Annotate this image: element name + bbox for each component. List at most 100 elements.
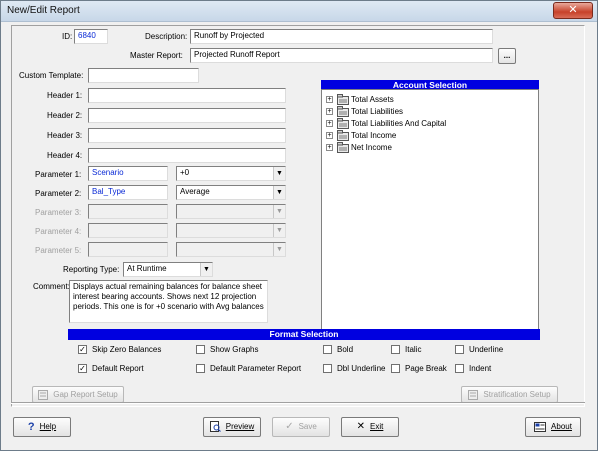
checkbox-box[interactable] xyxy=(196,345,205,354)
checkbox-label: Indent xyxy=(469,364,492,373)
save-label: Save xyxy=(298,422,317,432)
window-title: New/Edit Report xyxy=(7,5,80,16)
checkbox-label: Dbl Underline xyxy=(337,364,386,373)
header2-field[interactable] xyxy=(88,108,286,123)
preview-label: Preview xyxy=(225,422,255,431)
parameter1-option-value: +0 xyxy=(180,168,190,177)
parameter5-option-select[interactable]: ▼ xyxy=(176,242,286,257)
exit-button[interactable]: ✕ Exit xyxy=(341,417,399,437)
reporting-type-label: Reporting Type: xyxy=(63,265,120,274)
comment-field[interactable]: Displays actual remaining balances for b… xyxy=(69,280,268,323)
default-report-checkbox[interactable]: ✓ Default Report xyxy=(78,364,188,375)
page-break-checkbox[interactable]: Page Break xyxy=(391,364,451,375)
parameter1-option-select[interactable]: +0 ▼ xyxy=(176,166,286,181)
chevron-down-icon[interactable]: ▼ xyxy=(273,243,285,256)
parameter2-field[interactable]: Bal_Type xyxy=(88,185,168,200)
italic-checkbox[interactable]: Italic xyxy=(391,345,441,356)
checkbox-box[interactable] xyxy=(391,345,400,354)
checkbox-label: Page Break xyxy=(405,364,447,373)
help-button[interactable]: ? Help xyxy=(13,417,71,437)
save-button[interactable]: ✓ Save xyxy=(272,417,330,437)
chevron-down-icon[interactable]: ▼ xyxy=(273,205,285,218)
browse-icon[interactable]: ... xyxy=(498,48,516,64)
folder-icon xyxy=(337,130,349,141)
checkbox-box[interactable] xyxy=(323,364,332,373)
bold-checkbox[interactable]: Bold xyxy=(323,345,373,356)
checkbox-label: Default Report xyxy=(92,364,144,373)
client-area: ID: 6840 Description: Runoff by Projecte… xyxy=(5,23,593,448)
folder-icon xyxy=(337,142,349,153)
parameter5-label: Parameter 5: xyxy=(35,246,82,255)
parameter2-label: Parameter 2: xyxy=(35,189,82,198)
account-tree[interactable]: + Total Assets + Total Liabilities + Tot… xyxy=(321,89,539,345)
gap-report-setup-button[interactable]: Gap Report Setup xyxy=(32,386,124,403)
expand-icon[interactable]: + xyxy=(326,108,333,115)
parameter1-field[interactable]: Scenario xyxy=(88,166,168,181)
chevron-down-icon[interactable]: ▼ xyxy=(273,224,285,237)
reporting-type-select[interactable]: At Runtime ▼ xyxy=(123,262,213,277)
checkbox-box[interactable] xyxy=(455,364,464,373)
about-button[interactable]: About xyxy=(525,417,581,437)
chevron-down-icon[interactable]: ▼ xyxy=(273,167,285,180)
chevron-down-icon[interactable]: ▼ xyxy=(200,263,212,276)
header1-field[interactable] xyxy=(88,88,286,103)
underline-checkbox[interactable]: Underline xyxy=(455,345,515,356)
folder-icon xyxy=(337,94,349,105)
checkbox-box[interactable] xyxy=(323,345,332,354)
header4-field[interactable] xyxy=(88,148,286,163)
parameter5-field[interactable] xyxy=(88,242,168,257)
checkbox-box[interactable] xyxy=(391,364,400,373)
expand-icon[interactable]: + xyxy=(326,120,333,127)
checkbox-label: Underline xyxy=(469,345,504,354)
parameter4-option-select[interactable]: ▼ xyxy=(176,223,286,238)
expand-icon[interactable]: + xyxy=(326,144,333,151)
expand-icon[interactable]: + xyxy=(326,132,333,139)
checkbox-box[interactable] xyxy=(196,364,205,373)
stratification-setup-label: Stratification Setup xyxy=(483,390,551,399)
comment-label: Comment: xyxy=(33,282,70,291)
checkbox-box[interactable]: ✓ xyxy=(78,364,87,373)
checkbox-label: Default Parameter Report xyxy=(210,364,302,373)
parameter4-field[interactable] xyxy=(88,223,168,238)
close-icon[interactable]: ✕ xyxy=(553,2,593,19)
header3-field[interactable] xyxy=(88,128,286,143)
preview-button[interactable]: Preview xyxy=(203,417,261,437)
tree-item-label: Total Liabilities xyxy=(351,107,404,116)
help-label: Help xyxy=(39,422,57,432)
parameter3-label: Parameter 3: xyxy=(35,208,82,217)
folder-icon xyxy=(337,118,349,129)
chevron-down-icon[interactable]: ▼ xyxy=(273,186,285,199)
id-field[interactable]: 6840 xyxy=(74,29,108,44)
parameter3-option-select[interactable]: ▼ xyxy=(176,204,286,219)
about-icon xyxy=(534,421,547,432)
dbl-underline-checkbox[interactable]: Dbl Underline xyxy=(323,364,393,375)
checkbox-box[interactable] xyxy=(455,345,464,354)
show-graphs-checkbox[interactable]: Show Graphs xyxy=(196,345,286,356)
checkbox-box[interactable]: ✓ xyxy=(78,345,87,354)
header3-label: Header 3: xyxy=(47,131,83,140)
gap-report-setup-label: Gap Report Setup xyxy=(53,390,118,399)
reporting-type-value: At Runtime xyxy=(127,264,167,273)
id-label: ID: xyxy=(62,32,73,41)
format-selection-panel: ✓ Skip Zero Balances Show Graphs Bold Ita… xyxy=(68,340,540,380)
skip-zero-balances-checkbox[interactable]: ✓ Skip Zero Balances xyxy=(78,345,188,356)
stratification-setup-button[interactable]: Stratification Setup xyxy=(461,386,558,403)
divider xyxy=(11,402,585,404)
header2-label: Header 2: xyxy=(47,111,83,120)
about-label: About xyxy=(551,422,572,431)
parameter3-field[interactable] xyxy=(88,204,168,219)
gap-report-icon xyxy=(38,389,49,400)
report-window: New/Edit Report ✕ ID: 6840 Description: … xyxy=(0,0,598,451)
checkbox-label: Italic xyxy=(405,345,422,354)
parameter4-label: Parameter 4: xyxy=(35,227,82,236)
indent-checkbox[interactable]: Indent xyxy=(455,364,505,375)
default-parameter-report-checkbox[interactable]: Default Parameter Report xyxy=(196,364,316,375)
description-field[interactable]: Runoff by Projected xyxy=(190,29,493,44)
folder-icon xyxy=(337,106,349,117)
custom-template-field[interactable] xyxy=(88,68,199,83)
parameter2-option-select[interactable]: Average ▼ xyxy=(176,185,286,200)
header1-label: Header 1: xyxy=(47,91,83,100)
master-report-field[interactable]: Projected Runoff Report xyxy=(190,48,493,63)
exit-label: Exit xyxy=(370,422,384,432)
expand-icon[interactable]: + xyxy=(326,96,333,103)
